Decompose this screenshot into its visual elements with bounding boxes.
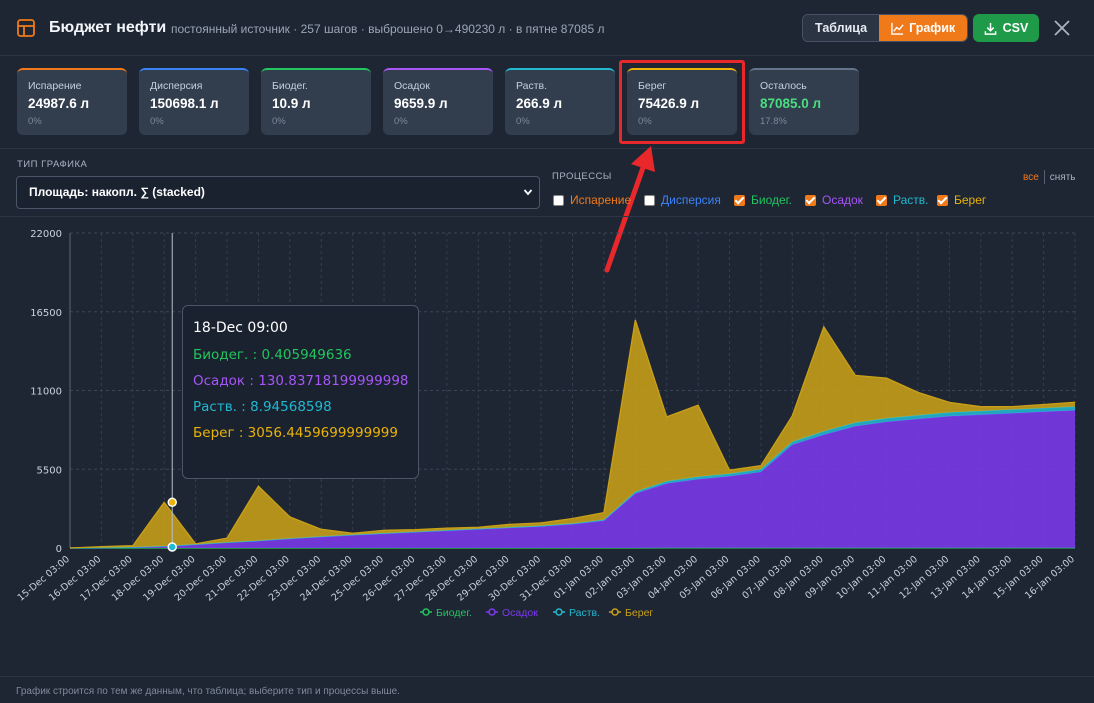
process-label: Берег [954,193,987,207]
modal-subtitle: постоянный источник · 257 шагов · выброш… [171,22,605,36]
legend-label: Осадок [502,607,538,619]
y-tick-label: 16500 [30,308,62,319]
process-select-links: все снять [1023,170,1076,184]
process-checkbox[interactable]: Дисперсия [644,193,721,207]
legend-label: Берег [625,607,653,619]
stat-card-value: 266.9 л [516,96,563,111]
stat-card-label: Осадок [394,80,430,92]
stat-card-value: 87085.0 л [760,96,822,111]
select-all-link[interactable]: все [1023,172,1039,183]
chart-line-icon [891,22,904,35]
stacked-area-chart: 0550011000165002200015-Dec 03:0016-Dec 0… [16,229,1077,619]
stat-card-label: Раств. [516,80,548,92]
links-separator [1043,170,1045,184]
download-icon [984,22,996,35]
close-icon[interactable] [1052,18,1072,38]
legend-marker [555,608,563,616]
stat-card-label: Осталось [760,80,807,92]
hover-point [167,542,177,552]
legend-label: Биодег. [436,607,472,619]
chart-view-button[interactable]: График [879,15,968,41]
x-tick-label: 15-Dec 03:00 [16,554,72,604]
chart-type-select[interactable]: Площадь: накопл. ∑ (stacked) [16,176,540,209]
stat-card-value: 24987.6 л [28,96,90,111]
process-checkbox[interactable]: Осадок [805,193,863,207]
y-tick-label: 5500 [37,465,62,476]
y-tick-label: 11000 [30,387,62,398]
checkbox-box[interactable] [644,194,655,206]
stat-card-label: Испарение [28,80,82,92]
stat-card: Осталось 87085.0 л 17.8% [749,68,859,135]
stat-card-label: Дисперсия [150,80,203,92]
stat-card-percent: 17.8% [760,116,787,127]
table-icon [17,19,35,37]
chart-type-label: ТИП ГРАФИКА [17,159,88,170]
process-label: Осадок [822,193,863,207]
stat-card-percent: 0% [394,116,408,127]
process-checkbox[interactable]: Берег [937,193,986,207]
process-checkbox[interactable]: Биодег. [734,193,792,207]
tooltip-row: Осадок : 130.83718199999998 [193,373,409,389]
stat-card: Испарение 24987.6 л 0% [17,68,127,135]
stat-card-percent: 0% [516,116,530,127]
y-tick-label: 0 [56,544,62,555]
csv-download-button[interactable]: CSV [973,14,1039,42]
process-label: Раств. [893,193,929,207]
process-label: Испарение [570,193,632,207]
footnote: График строится по тем же данным, что та… [16,686,400,697]
process-label: Биодег. [751,193,792,207]
process-label: Дисперсия [661,193,721,207]
clear-all-link[interactable]: снять [1050,172,1076,183]
stat-card: Осадок 9659.9 л 0% [383,68,493,135]
stat-card: Дисперсия 150698.1 л 0% [139,68,249,135]
process-checkbox[interactable]: Испарение [553,193,631,207]
process-checkbox[interactable]: Раств. [876,193,928,207]
tooltip-time: 18-Dec 09:00 [193,320,288,336]
chevron-down-icon [523,189,533,196]
chart-type-value: Площадь: накопл. ∑ (stacked) [29,185,205,199]
tooltip-row: Берег : 3056.4459699999999 [193,425,398,441]
checkbox-box[interactable] [937,194,948,206]
stat-card-label: Биодег. [272,80,308,92]
modal-header: Бюджет нефти постоянный источник · 257 ш… [0,0,1094,56]
hover-point [167,497,177,508]
legend-marker [611,608,619,616]
stat-card-value: 9659.9 л [394,96,448,111]
chart-view-label: График [909,21,956,35]
stat-card: Раств. 266.9 л 0% [505,68,615,135]
view-toggle: Таблица График [802,14,969,42]
legend-marker [422,608,430,616]
stat-card-percent: 0% [150,116,164,127]
footer-divider [0,676,1094,677]
chart-tooltip: 18-Dec 09:00 Биодег. : 0.405949636 Осадок… [182,305,419,479]
modal-title: Бюджет нефти [49,19,167,36]
csv-label: CSV [1002,21,1029,35]
highlight-box [619,60,745,144]
stat-card-percent: 0% [272,116,286,127]
legend-label: Раств. [569,607,600,619]
tooltip-row: Биодег. : 0.405949636 [193,347,352,363]
stat-card: Биодег. 10.9 л 0% [261,68,371,135]
checkbox-box[interactable] [553,194,564,206]
legend-marker [488,608,496,616]
stat-cards: Испарение 24987.6 л 0% Дисперсия 150698.1 л 0… [0,56,1094,149]
y-tick-label: 22000 [30,229,62,240]
checkbox-box[interactable] [876,194,887,206]
stat-card-value: 10.9 л [272,96,311,111]
tooltip-row: Раств. : 8.94568598 [193,399,332,415]
processes-label: ПРОЦЕССЫ [552,171,612,182]
checkbox-box[interactable] [805,194,816,206]
stat-card-value: 150698.1 л [150,96,219,111]
table-view-button[interactable]: Таблица [803,15,880,41]
stat-card-percent: 0% [28,116,42,127]
checkbox-box[interactable] [734,194,745,206]
